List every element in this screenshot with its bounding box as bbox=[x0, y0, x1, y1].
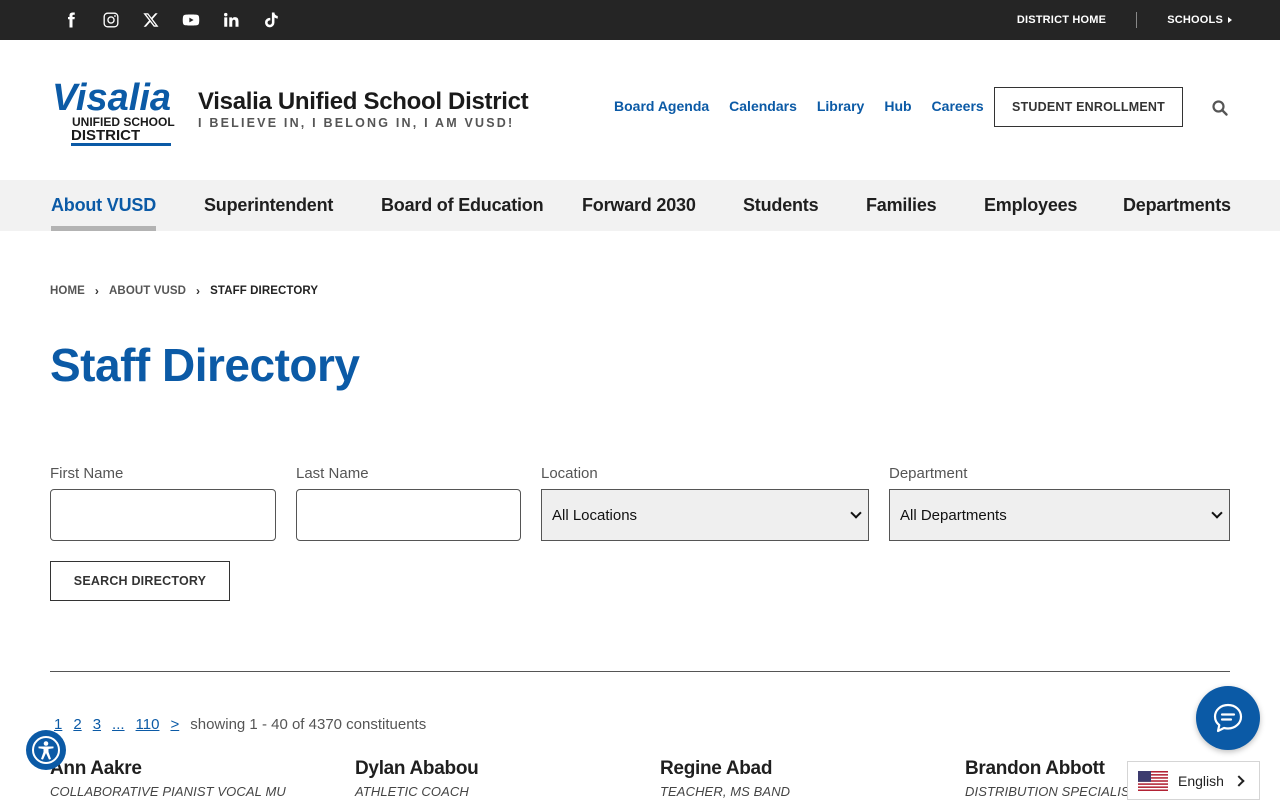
schools-label: SCHOOLS bbox=[1167, 14, 1223, 26]
district-logo[interactable]: Visalia UNIFIED SCHOOL DISTRICT bbox=[50, 70, 178, 150]
location-label: Location bbox=[541, 465, 598, 482]
nav-about-vusd[interactable]: About VUSD bbox=[51, 180, 156, 231]
x-icon[interactable] bbox=[140, 9, 162, 31]
breadcrumb-current: STAFF DIRECTORY bbox=[210, 285, 319, 297]
nav-superintendent[interactable]: Superintendent bbox=[204, 180, 333, 231]
page-link-1[interactable]: 1 bbox=[54, 716, 62, 733]
location-selected-value: All Locations bbox=[552, 506, 638, 524]
page-link-2[interactable]: 2 bbox=[73, 716, 81, 733]
chevron-right-icon: › bbox=[94, 284, 100, 298]
utility-bar: DISTRICT HOME SCHOOLS bbox=[0, 0, 1280, 40]
chevron-down-icon bbox=[1211, 507, 1223, 519]
search-icon[interactable] bbox=[1211, 99, 1229, 117]
staff-role: ATHLETIC COACH bbox=[355, 784, 469, 799]
student-enrollment-button[interactable]: STUDENT ENROLLMENT bbox=[994, 87, 1183, 127]
logo-underline bbox=[71, 143, 171, 146]
staff-role: TEACHER, MS BAND bbox=[660, 784, 791, 799]
page-link-3[interactable]: 3 bbox=[93, 716, 101, 733]
breadcrumb-home[interactable]: HOME bbox=[50, 285, 85, 297]
staff-name: Ann Aakre bbox=[50, 758, 142, 779]
district-home-link[interactable]: DISTRICT HOME bbox=[1017, 14, 1106, 26]
department-select[interactable]: All Departments bbox=[889, 489, 1230, 541]
us-flag-icon bbox=[1138, 770, 1168, 791]
chat-icon[interactable] bbox=[1196, 686, 1260, 750]
staff-role: COLLABORATIVE PIANIST VOCAL MU bbox=[50, 784, 286, 799]
staff-name: Regine Abad bbox=[660, 758, 773, 779]
section-divider bbox=[50, 671, 1230, 672]
language-selector[interactable]: English bbox=[1127, 761, 1260, 800]
pagination: 1 2 3 ... 110 > showing 1 - 40 of 4370 c… bbox=[54, 716, 426, 733]
staff-role: DISTRIBUTION SPECIALIST bbox=[965, 784, 1138, 799]
staff-card: Regine Abad TEACHER, MS BAND bbox=[660, 758, 790, 799]
site-tagline: I BELIEVE IN, I BELONG IN, I AM VUSD! bbox=[198, 116, 515, 130]
site-title[interactable]: Visalia Unified School District bbox=[198, 88, 529, 116]
staff-name: Brandon Abbott bbox=[965, 758, 1105, 779]
logo-wordmark: Visalia bbox=[52, 77, 171, 119]
staff-card: Brandon Abbott DISTRIBUTION SPECIALIST bbox=[965, 758, 1138, 799]
careers-link[interactable]: Careers bbox=[932, 98, 984, 114]
breadcrumb: HOME › ABOUT VUSD › STAFF DIRECTORY bbox=[50, 284, 318, 298]
main-navigation: About VUSD Superintendent Board of Educa… bbox=[0, 180, 1280, 231]
nav-students[interactable]: Students bbox=[743, 180, 819, 231]
staff-name: Dylan Ababou bbox=[355, 758, 479, 779]
accessibility-icon[interactable] bbox=[26, 730, 66, 770]
staff-card: Ann Aakre COLLABORATIVE PIANIST VOCAL MU bbox=[50, 758, 286, 799]
nav-board-of-education[interactable]: Board of Education bbox=[381, 180, 544, 231]
language-label: English bbox=[1178, 772, 1224, 789]
nav-employees[interactable]: Employees bbox=[984, 180, 1077, 231]
library-link[interactable]: Library bbox=[817, 98, 864, 114]
search-directory-button[interactable]: SEARCH DIRECTORY bbox=[50, 561, 230, 601]
first-name-input[interactable] bbox=[50, 489, 276, 541]
social-links bbox=[60, 0, 300, 40]
board-agenda-link[interactable]: Board Agenda bbox=[614, 98, 709, 114]
page-title: Staff Directory bbox=[50, 339, 360, 391]
youtube-icon[interactable] bbox=[180, 9, 202, 31]
facebook-icon[interactable] bbox=[60, 9, 82, 31]
breadcrumb-about-vusd[interactable]: ABOUT VUSD bbox=[109, 285, 186, 297]
location-select[interactable]: All Locations bbox=[541, 489, 869, 541]
schools-dropdown[interactable]: SCHOOLS bbox=[1167, 14, 1232, 26]
page-link-110[interactable]: 110 bbox=[136, 716, 160, 733]
page-link-ellipsis[interactable]: ... bbox=[112, 716, 125, 733]
department-selected-value: All Departments bbox=[900, 506, 1007, 524]
first-name-label: First Name bbox=[50, 465, 124, 482]
instagram-icon[interactable] bbox=[100, 9, 122, 31]
chevron-down-icon bbox=[850, 507, 862, 519]
department-label: Department bbox=[889, 465, 968, 482]
chevron-right-icon bbox=[1233, 775, 1245, 787]
last-name-label: Last Name bbox=[296, 465, 369, 482]
nav-forward-2030[interactable]: Forward 2030 bbox=[582, 180, 696, 231]
last-name-input[interactable] bbox=[296, 489, 521, 541]
tiktok-icon[interactable] bbox=[260, 9, 282, 31]
calendars-link[interactable]: Calendars bbox=[729, 98, 797, 114]
results-count: showing 1 - 40 of 4370 constituents bbox=[190, 716, 427, 733]
caret-right-icon bbox=[1228, 17, 1232, 24]
quick-links: Board Agenda Calendars Library Hub Caree… bbox=[614, 98, 1004, 114]
nav-families[interactable]: Families bbox=[866, 180, 937, 231]
staff-card: Dylan Ababou ATHLETIC COACH bbox=[355, 758, 479, 799]
page-link-next[interactable]: > bbox=[170, 716, 179, 733]
divider bbox=[1136, 12, 1138, 28]
hub-link[interactable]: Hub bbox=[884, 98, 911, 114]
linkedin-icon[interactable] bbox=[220, 9, 242, 31]
nav-departments[interactable]: Departments bbox=[1123, 180, 1231, 231]
logo-district: DISTRICT bbox=[71, 127, 140, 144]
chevron-right-icon: › bbox=[196, 284, 201, 298]
utility-links: DISTRICT HOME SCHOOLS bbox=[1017, 0, 1232, 40]
